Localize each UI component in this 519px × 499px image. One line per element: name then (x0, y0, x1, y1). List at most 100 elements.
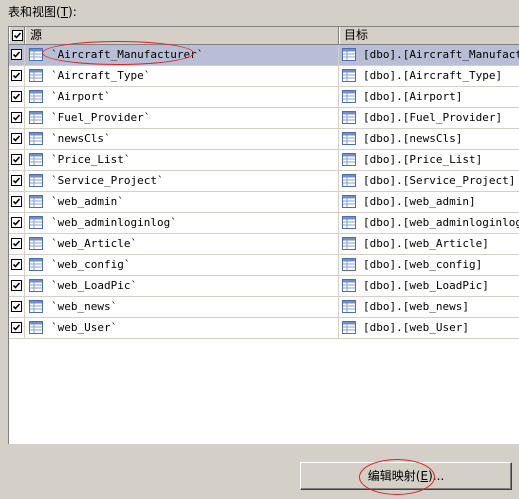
table-row[interactable]: `Airport` [dbo].[Airport] (9, 87, 519, 108)
target-cell[interactable]: [dbo].[web_User] (339, 318, 519, 338)
target-cell[interactable]: [dbo].[Aircraft_Type] (339, 66, 519, 86)
table-icon (342, 321, 356, 334)
row-include-checkbox[interactable] (11, 112, 22, 123)
row-include-checkbox[interactable] (11, 49, 22, 60)
source-cell[interactable]: `web_config` (25, 255, 339, 275)
target-cell[interactable]: [dbo].[web_config] (339, 255, 519, 275)
table-row[interactable]: `Aircraft_Type` [dbo].[Aircraft_Type] (9, 66, 519, 87)
edit-mappings-button[interactable]: 编辑映射(E)... (300, 462, 512, 490)
table-icon (29, 237, 43, 250)
table-icon (29, 174, 43, 187)
source-cell[interactable]: `web_adminloginlog` (25, 213, 339, 233)
table-icon (29, 90, 43, 103)
source-cell[interactable]: `newsCls` (25, 129, 339, 149)
table-row[interactable]: `web_LoadPic` [dbo].[web_LoadPic] (9, 276, 519, 297)
table-icon (342, 111, 356, 124)
tables-list-view[interactable]: 源 目标 `Aircraft_Manufacturer` [dbo].[Aircr… (8, 26, 519, 444)
target-cell[interactable]: [dbo].[newsCls] (339, 129, 519, 149)
checkmark-icon (12, 198, 21, 205)
table-icon (29, 216, 43, 229)
select-all-column-header[interactable] (9, 27, 25, 44)
row-include-checkbox[interactable] (11, 301, 22, 312)
table-row[interactable]: `Fuel_Provider` [dbo].[Fuel_Provider] (9, 108, 519, 129)
target-column-header[interactable]: 目标 (339, 27, 519, 44)
row-include-checkbox[interactable] (11, 322, 22, 333)
table-row[interactable]: `web_adminloginlog` [dbo].[web_adminlogin… (9, 213, 519, 234)
row-include-checkbox[interactable] (11, 196, 22, 207)
row-include-checkbox[interactable] (11, 133, 22, 144)
table-icon (29, 195, 43, 208)
table-icon (29, 321, 43, 334)
table-row[interactable]: `web_news` [dbo].[web_news] (9, 297, 519, 318)
row-check-cell (9, 171, 25, 191)
row-check-cell (9, 318, 25, 338)
target-table-name: [dbo].[web_Article] (363, 237, 489, 250)
table-row[interactable]: `web_admin` [dbo].[web_admin] (9, 192, 519, 213)
target-cell[interactable]: [dbo].[web_admin] (339, 192, 519, 212)
target-cell[interactable]: [dbo].[Fuel_Provider] (339, 108, 519, 128)
source-cell[interactable]: `Service_Project` (25, 171, 339, 191)
row-include-checkbox[interactable] (11, 259, 22, 270)
source-table-name: `web_LoadPic` (51, 279, 138, 292)
table-row[interactable]: `newsCls` [dbo].[newsCls] (9, 129, 519, 150)
table-icon (342, 216, 356, 229)
target-cell[interactable]: [dbo].[web_LoadPic] (339, 276, 519, 296)
table-row[interactable]: `web_User` [dbo].[web_User] (9, 318, 519, 339)
source-cell[interactable]: `web_User` (25, 318, 339, 338)
source-table-name: `web_adminloginlog` (51, 216, 177, 229)
row-include-checkbox[interactable] (11, 217, 22, 228)
source-cell[interactable]: `Airport` (25, 87, 339, 107)
source-table-name: `Aircraft_Manufacturer` (51, 48, 204, 61)
target-cell[interactable]: [dbo].[web_news] (339, 297, 519, 317)
source-cell[interactable]: `web_news` (25, 297, 339, 317)
checkmark-icon (12, 282, 21, 289)
row-check-cell (9, 108, 25, 128)
target-cell[interactable]: [dbo].[Airport] (339, 87, 519, 107)
select-all-checkbox[interactable] (12, 30, 23, 41)
table-icon (29, 69, 43, 82)
checkmark-icon (12, 261, 21, 268)
target-cell[interactable]: [dbo].[web_adminloginlog] (339, 213, 519, 233)
table-row[interactable]: `Price_List` [dbo].[Price_List] (9, 150, 519, 171)
target-table-name: [dbo].[web_adminloginlog] (363, 216, 519, 229)
source-table-name: `Price_List` (51, 153, 131, 166)
target-table-name: [dbo].[web_LoadPic] (363, 279, 489, 292)
source-table-name: `Aircraft_Type` (51, 69, 151, 82)
row-include-checkbox[interactable] (11, 175, 22, 186)
source-cell[interactable]: `web_Article` (25, 234, 339, 254)
source-cell[interactable]: `Aircraft_Manufacturer` (25, 45, 339, 65)
target-cell[interactable]: [dbo].[Aircraft_Manufactur (339, 45, 519, 65)
source-cell[interactable]: `Fuel_Provider` (25, 108, 339, 128)
row-include-checkbox[interactable] (11, 91, 22, 102)
target-cell[interactable]: [dbo].[Price_List] (339, 150, 519, 170)
target-table-name: [dbo].[newsCls] (363, 132, 463, 145)
row-check-cell (9, 45, 25, 65)
button-label-prefix: 编辑映射( (367, 469, 421, 483)
source-cell[interactable]: `Price_List` (25, 150, 339, 170)
checkmark-icon (12, 219, 21, 226)
list-header: 源 目标 (9, 27, 519, 45)
table-icon (342, 153, 356, 166)
row-check-cell (9, 276, 25, 296)
row-include-checkbox[interactable] (11, 154, 22, 165)
row-include-checkbox[interactable] (11, 280, 22, 291)
table-row[interactable]: `Service_Project` [dbo].[Service_Project] (9, 171, 519, 192)
source-cell[interactable]: `web_LoadPic` (25, 276, 339, 296)
table-row[interactable]: `Aircraft_Manufacturer` [dbo].[Aircraft_M… (9, 45, 519, 66)
target-table-name: [dbo].[Fuel_Provider] (363, 111, 503, 124)
target-cell[interactable]: [dbo].[Service_Project] (339, 171, 519, 191)
checkmark-icon (13, 32, 22, 39)
source-table-name: `web_Article` (51, 237, 138, 250)
source-table-name: `Service_Project` (51, 174, 164, 187)
row-include-checkbox[interactable] (11, 70, 22, 81)
source-cell[interactable]: `Aircraft_Type` (25, 66, 339, 86)
source-cell[interactable]: `web_admin` (25, 192, 339, 212)
source-column-header[interactable]: 源 (25, 27, 339, 44)
tables-and-views-label: 表和视图(T): (8, 4, 77, 20)
table-row[interactable]: `web_config` [dbo].[web_config] (9, 255, 519, 276)
table-row[interactable]: `web_Article` [dbo].[web_Article] (9, 234, 519, 255)
row-check-cell (9, 234, 25, 254)
target-cell[interactable]: [dbo].[web_Article] (339, 234, 519, 254)
table-icon (342, 48, 356, 61)
row-include-checkbox[interactable] (11, 238, 22, 249)
